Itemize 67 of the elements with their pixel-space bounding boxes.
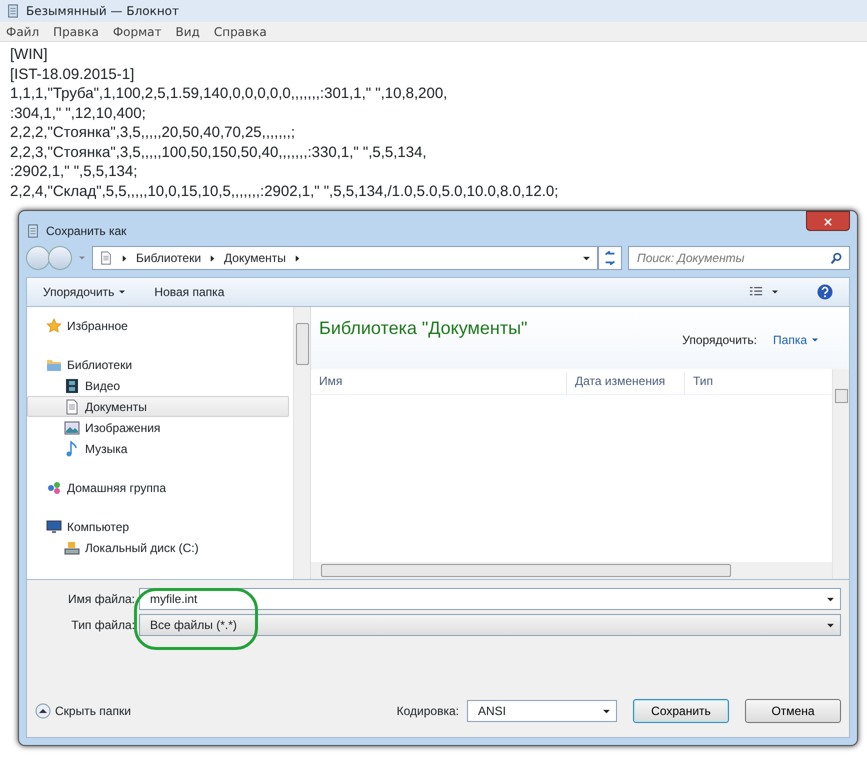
field-label: Тип файла: <box>70 617 136 634</box>
menu-item[interactable]: Правка <box>53 22 99 40</box>
chevron-icon <box>209 254 216 262</box>
nav-item[interactable]: Локальный диск (C:) <box>27 537 289 558</box>
refresh-icon <box>603 251 617 265</box>
breadcrumb-item[interactable]: Документы <box>224 249 286 267</box>
hide-folders-button[interactable]: Скрыть папки <box>35 702 131 720</box>
nav-item[interactable]: Изображения <box>27 417 289 438</box>
chevron-icon <box>121 254 128 262</box>
file-type-dropdown[interactable]: Все файлы (*.*) <box>139 614 841 636</box>
field-label: Имя файла: <box>67 591 136 608</box>
address-bar[interactable]: Библиотеки Документы <box>92 246 598 270</box>
library-heading: Библиотека "Документы" <box>319 317 528 340</box>
menu-item[interactable]: Файл <box>6 22 40 40</box>
close-button[interactable] <box>806 211 850 231</box>
notepad-icon <box>6 4 20 18</box>
nav-item[interactable]: Музыка <box>27 438 289 459</box>
column-header[interactable]: Имя <box>311 372 566 394</box>
window-title: Безымянный — Блокнот <box>26 3 180 20</box>
chevron-icon <box>294 254 301 262</box>
breadcrumb-item[interactable]: Библиотеки <box>136 249 202 267</box>
nav-item[interactable]: Домашняя группа <box>27 477 289 498</box>
star-icon <box>46 318 62 334</box>
search-field[interactable]: Поиск: Документы <box>628 246 850 270</box>
drive-icon <box>64 540 80 556</box>
vertical-scrollbar[interactable] <box>832 369 849 579</box>
arrange-dropdown[interactable]: Папка <box>773 331 819 349</box>
horizontal-scrollbar[interactable] <box>311 562 832 579</box>
dialog-title: Сохранить как <box>46 223 126 240</box>
caret-icon <box>771 288 779 296</box>
menu-item[interactable]: Вид <box>176 22 200 40</box>
column-header[interactable]: Тип <box>684 372 794 394</box>
organize-button[interactable]: Упорядочить <box>43 283 126 301</box>
document-icon <box>64 398 80 414</box>
nav-item[interactable]: Видео <box>27 375 289 396</box>
caret-icon <box>78 254 86 262</box>
save-button[interactable]: Сохранить <box>633 699 729 723</box>
nav-item[interactable]: Документы <box>27 396 289 417</box>
column-header[interactable]: Дата изменения <box>566 372 684 394</box>
new-folder-button[interactable]: Новая папка <box>154 283 224 301</box>
network-group-icon <box>46 480 62 496</box>
search-icon <box>830 252 843 264</box>
encoding-dropdown[interactable]: ANSI <box>467 700 617 722</box>
refresh-button[interactable] <box>598 246 622 270</box>
back-button[interactable] <box>26 246 50 270</box>
cancel-button[interactable]: Отмена <box>745 699 841 723</box>
forward-button[interactable] <box>48 246 72 270</box>
caret-icon <box>811 336 819 344</box>
document-icon <box>99 251 113 265</box>
menu-item[interactable]: Справка <box>214 22 267 40</box>
collapse-icon <box>35 703 51 719</box>
arrange-label: Упорядочить: <box>682 332 758 349</box>
vertical-scrollbar[interactable] <box>293 307 310 579</box>
text-content[interactable]: [WIN] [IST-18.09.2015-1] 1,1,1,"Труба",1,100,2,5,1.59,140,0,0,0,0,0,,,,,,,:301,1," ",10,8,200, :304,1," ",12,10,400; 2,2,2,"Стоянка",3,5,,,,,20,50,40,70,25,,,,,,,; 2,2,3,"Стоянка",3,5,,,,,100,50,150,50,40,,,,,,,:330,1," ",5,5,134, :2902,1," ",5,5,134; 2,2,4,"Склад",5,5,,,,,10,0,15,10,5,,,,,,,:2902,1," ",5,5,134,/1.0,5.0,5.0,10.0,8.0,12.0; <box>0 42 867 204</box>
computer-icon <box>46 518 62 534</box>
caret-icon <box>118 288 126 296</box>
help-icon[interactable] <box>817 284 833 300</box>
nav-item[interactable]: Избранное <box>27 315 289 336</box>
nav-item[interactable]: Компьютер <box>27 516 289 537</box>
menu-item[interactable]: Формат <box>112 22 162 40</box>
film-icon <box>64 378 80 394</box>
filename-field[interactable]: myfile.int <box>139 588 841 610</box>
encoding-label: Кодировка: <box>396 703 459 720</box>
notepad-icon <box>26 224 40 238</box>
image-icon <box>64 420 80 436</box>
nav-item[interactable]: Библиотеки <box>27 354 289 375</box>
close-icon <box>823 216 833 227</box>
